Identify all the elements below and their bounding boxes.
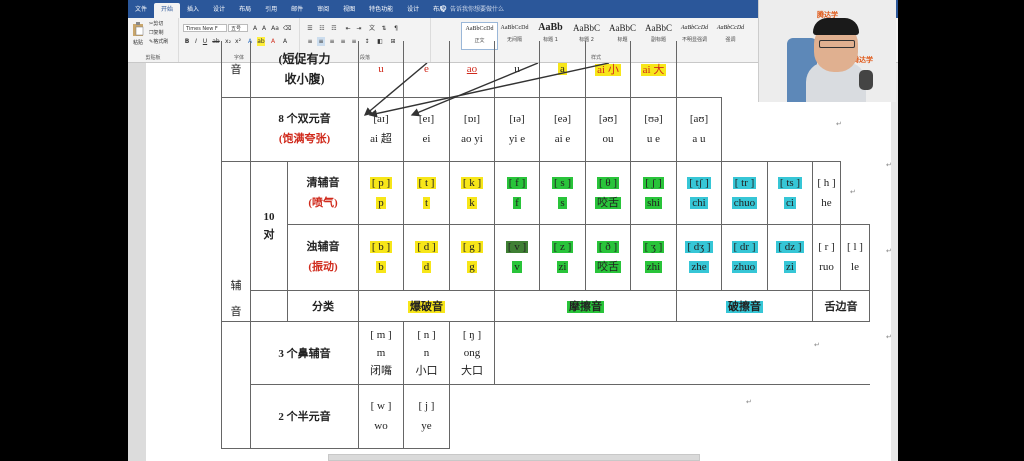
font-size-select[interactable]: 五号 — [228, 24, 248, 32]
change-case-button[interactable]: Aa — [271, 24, 279, 33]
bold-button[interactable]: B — [183, 37, 191, 46]
annotation-arrows — [363, 63, 610, 118]
paste-button[interactable]: 粘贴 — [131, 21, 145, 47]
paste-icon — [133, 22, 144, 36]
grow-font-button[interactable]: A — [251, 24, 259, 33]
arrow-line — [363, 63, 428, 116]
tab-file[interactable]: 文件 — [128, 3, 154, 18]
vertical-ruler — [128, 63, 146, 461]
font-name-select[interactable]: Times New F — [183, 24, 227, 32]
format-painter-button[interactable]: ✎格式刷 — [149, 39, 168, 46]
webcam-overlay: 腾达学 腾达学 — [758, 0, 896, 102]
glasses — [819, 40, 855, 48]
tab-home[interactable]: 开始 — [154, 3, 181, 18]
tell-me-box[interactable]: 告诉我你想要做什么 — [440, 4, 504, 13]
arrow-line — [410, 63, 539, 117]
numbering-button[interactable]: ☷ — [318, 24, 326, 33]
paragraph-mark: ↵ — [814, 341, 820, 349]
document-page: 音 (短促有力 收小腹) u e ao u a ai 小 ai 大 8 个双元音(… — [146, 41, 892, 461]
sort-button[interactable]: ⇅ — [380, 24, 388, 33]
tab-mailings[interactable]: 邮件 — [284, 3, 310, 18]
clear-format-icon[interactable]: ⌫ — [283, 24, 291, 33]
chinese-layout-button[interactable]: 文 — [368, 24, 376, 33]
tab-table-design[interactable]: 设计 — [400, 3, 426, 18]
cut-button[interactable]: ✂剪切 — [149, 21, 163, 28]
tab-insert[interactable]: 插入 — [180, 3, 206, 18]
tab-features[interactable]: 特色功能 — [362, 3, 400, 18]
tab-review[interactable]: 审阅 — [310, 3, 336, 18]
arrow-line — [368, 63, 610, 118]
tab-view[interactable]: 视图 — [336, 3, 362, 18]
strikethrough-button[interactable]: ab — [212, 37, 220, 46]
paragraph-mark: ↵ — [886, 333, 892, 341]
decrease-indent-button[interactable]: ⇤ — [344, 24, 352, 33]
copy-button[interactable]: ❐复制 — [149, 30, 164, 37]
paragraph-mark: ↵ — [746, 398, 752, 406]
microphone — [859, 70, 873, 90]
increase-indent-button[interactable]: ⇥ — [355, 24, 363, 33]
show-marks-button[interactable]: ¶ — [392, 24, 400, 33]
vertical-scrollbar[interactable] — [891, 63, 898, 461]
clipboard-label: 剪贴板 — [145, 55, 161, 61]
underline-button[interactable]: U — [201, 37, 209, 46]
paragraph-mark: ↵ — [850, 188, 856, 196]
presenter-hair — [813, 18, 859, 35]
lightbulb-icon — [440, 5, 447, 12]
paragraph-mark: ↵ — [886, 247, 892, 255]
multilevel-button[interactable]: ☶ — [330, 24, 338, 33]
tab-references[interactable]: 引用 — [258, 3, 284, 18]
shrink-font-button[interactable]: A — [260, 24, 268, 33]
bullets-button[interactable]: ☰ — [306, 24, 314, 33]
tab-layout[interactable]: 布局 — [232, 3, 258, 18]
tab-design[interactable]: 设计 — [206, 3, 232, 18]
italic-button[interactable]: I — [192, 37, 200, 46]
paragraph-mark: ↵ — [836, 120, 842, 128]
horizontal-scrollbar[interactable] — [328, 454, 700, 461]
tell-me-text: 告诉我你想要做什么 — [450, 6, 505, 13]
paragraph-mark: ↵ — [886, 161, 892, 169]
clipboard-group: 粘贴 ✂剪切 ❐复制 ✎格式刷 剪贴板 — [128, 18, 179, 62]
